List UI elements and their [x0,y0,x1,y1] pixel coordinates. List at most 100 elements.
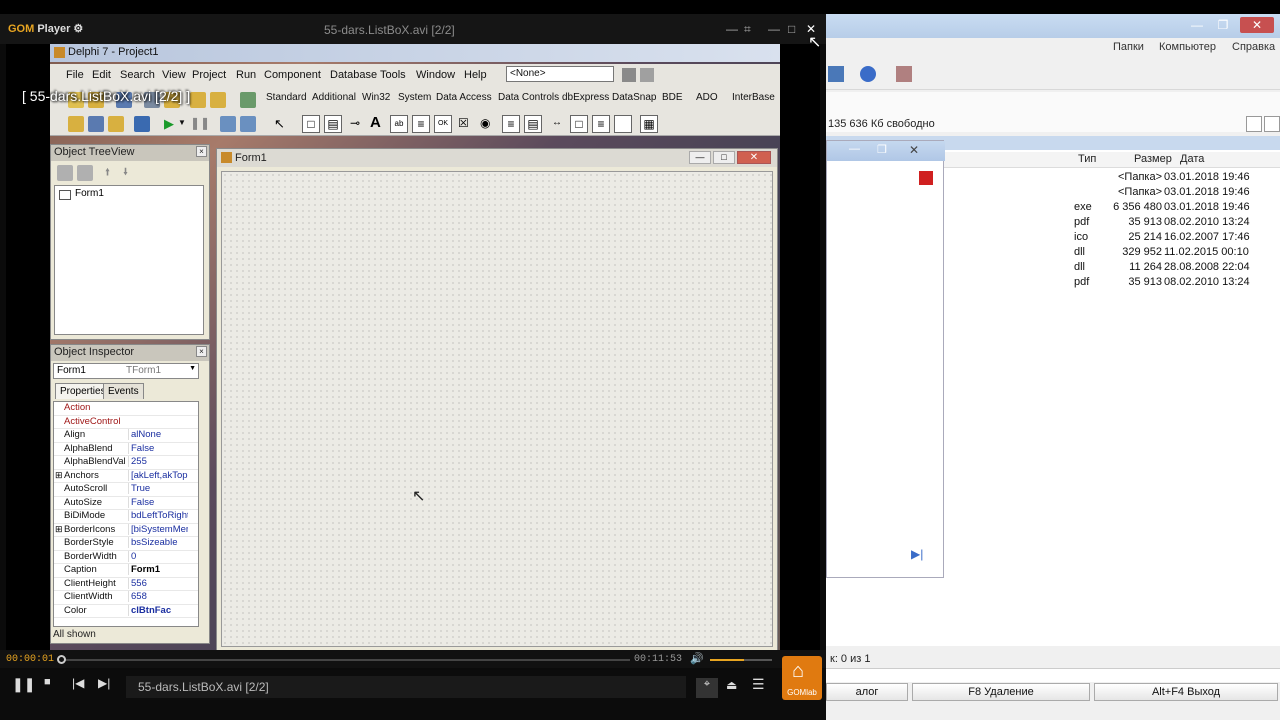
property-row[interactable]: BiDiMode bdLeftToRight [54,510,198,524]
control-panel-icon[interactable]: ⌖ [696,678,718,698]
palette-tab-dbexpress[interactable]: dbExpress [562,92,609,103]
mainmenu-icon[interactable]: □ [302,115,320,133]
label-a-icon[interactable]: A [370,114,381,131]
property-value[interactable]: 255 [128,456,188,467]
property-row[interactable]: AlphaBlend False [54,442,198,456]
memo-icon[interactable]: ≡ [412,115,430,133]
property-value[interactable]: 0 [128,550,188,562]
minimize-button[interactable]: — [726,22,738,36]
column-size[interactable]: Размер [1134,153,1172,165]
tab-events[interactable]: Events [103,383,144,399]
property-value[interactable]: [biSystemMen [128,523,188,535]
form-minimize-button[interactable]: — [689,151,711,164]
palette-tab-datasnap[interactable]: DataSnap [612,92,656,103]
form-close-button[interactable]: ✕ [737,151,771,164]
property-value[interactable]: 658 [128,591,188,602]
pointer-icon[interactable]: ↖ [274,116,285,132]
property-row[interactable]: BorderWidth 0 [54,550,198,564]
eject-icon[interactable]: ⏏ [726,678,737,692]
combobox-icon[interactable]: ▤ [524,115,542,133]
maximize-button[interactable]: □ [788,22,795,36]
seek-bar[interactable] [60,659,630,661]
fkey-button-folder[interactable]: алог [826,683,908,701]
property-value[interactable]: True [128,483,188,494]
move-up-icon[interactable]: 🠙 [105,165,110,182]
property-row[interactable]: Color clBtnFac [54,604,198,618]
next-button[interactable]: ▶| [98,676,110,690]
property-value[interactable]: 556 [128,577,188,589]
expand-icon[interactable]: ⊞ [55,470,63,481]
popupmenu-icon[interactable]: ▤ [324,115,342,133]
palette-tab-system[interactable]: System [398,92,431,103]
column-date[interactable]: Дата [1180,153,1204,165]
property-value[interactable]: alNone [128,429,188,440]
help-icon[interactable] [240,92,256,108]
menu-window[interactable]: Window [416,69,455,81]
actionlist-icon[interactable]: ▦ [640,115,658,133]
minimize-button[interactable]: — [1184,17,1210,33]
object-inspector-close-button[interactable]: × [196,346,207,357]
property-row[interactable]: Caption Form1 [54,564,198,578]
root-dir-button[interactable] [1246,116,1262,132]
radiobutton-icon[interactable]: ◉ [480,116,490,130]
remove-file-icon[interactable] [210,92,226,108]
fkey-button-delete[interactable]: F8 Удаление [912,683,1090,701]
menu-view[interactable]: View [162,69,186,81]
menu-run[interactable]: Run [236,69,256,81]
groupbox-icon[interactable]: □ [570,115,588,133]
property-value[interactable]: bdLeftToRight [128,510,188,521]
object-selector[interactable]: Form1 TForm1 ▼ [53,363,199,379]
menu-computer[interactable]: Компьютер [1159,41,1216,53]
pause-icon[interactable]: ❚❚ [190,116,210,130]
menu-search[interactable]: Search [120,69,155,81]
listbox-icon[interactable]: ≡ [502,115,520,133]
treeview-new-item-icon[interactable] [57,165,73,181]
desktop-layout-combo[interactable]: <None> [506,66,614,82]
panel-icon[interactable] [614,115,632,133]
menu-component[interactable]: Component [264,69,321,81]
view-form-icon[interactable] [88,116,104,132]
trace-into-icon[interactable] [220,116,236,132]
add-file-icon[interactable] [190,92,206,108]
property-row[interactable]: ActiveControl [54,416,198,429]
property-value[interactable]: bsSizeable [128,537,188,548]
column-type[interactable]: Тип [1078,153,1096,165]
property-value[interactable]: [akLeft,akTop [128,469,188,481]
palette-tab-data-access[interactable]: Data Access [436,92,492,103]
red-stop-icon[interactable] [919,171,933,185]
palette-tab-bde[interactable]: BDE [662,92,683,103]
property-row[interactable]: ⊞ Anchors [akLeft,akTop [54,469,198,483]
tool-icon[interactable] [896,66,912,82]
new-form-icon[interactable] [134,116,150,132]
fullscreen-icon[interactable]: ⌗ [744,22,751,37]
maximize-button[interactable]: ❐ [1210,17,1236,33]
property-value[interactable]: clBtnFac [128,604,188,616]
scrollbar-icon[interactable]: ↔ [548,115,566,133]
network-icon[interactable] [828,66,844,82]
set-debug-desktop-icon[interactable] [640,68,654,82]
property-row[interactable]: ClientHeight 556 [54,577,198,591]
menu-file[interactable]: File [66,69,84,81]
up-dir-button[interactable] [1264,116,1280,132]
form-canvas[interactable]: ↖ [221,171,773,647]
pause-button[interactable]: ❚❚ [12,676,35,693]
edit-icon[interactable]: ab [390,115,408,133]
menu-help[interactable]: Справка [1232,41,1275,53]
palette-tab-data-controls[interactable]: Data Controls [498,92,559,103]
globe-icon[interactable] [860,66,876,82]
stop-button[interactable]: ■ [44,676,51,688]
treeview-delete-item-icon[interactable] [77,165,93,181]
property-row[interactable]: BorderStyle bsSizeable [54,537,198,551]
button-icon[interactable]: OK [434,115,452,133]
move-down-icon[interactable]: 🠛 [123,165,128,182]
toggle-form-unit-icon[interactable] [108,116,124,132]
property-value[interactable]: False [128,496,188,508]
property-row[interactable]: Action [54,402,198,416]
close-button[interactable]: ✕ [1240,17,1274,33]
menu-tools[interactable]: Tools [380,69,406,81]
checkbox-icon[interactable]: ☒ [458,116,469,130]
save-desktop-icon[interactable] [622,68,636,82]
menu-folders[interactable]: Папки [1113,41,1144,53]
dialog-close-button[interactable]: ✕ [909,143,919,157]
palette-tab-win32[interactable]: Win32 [362,92,390,103]
